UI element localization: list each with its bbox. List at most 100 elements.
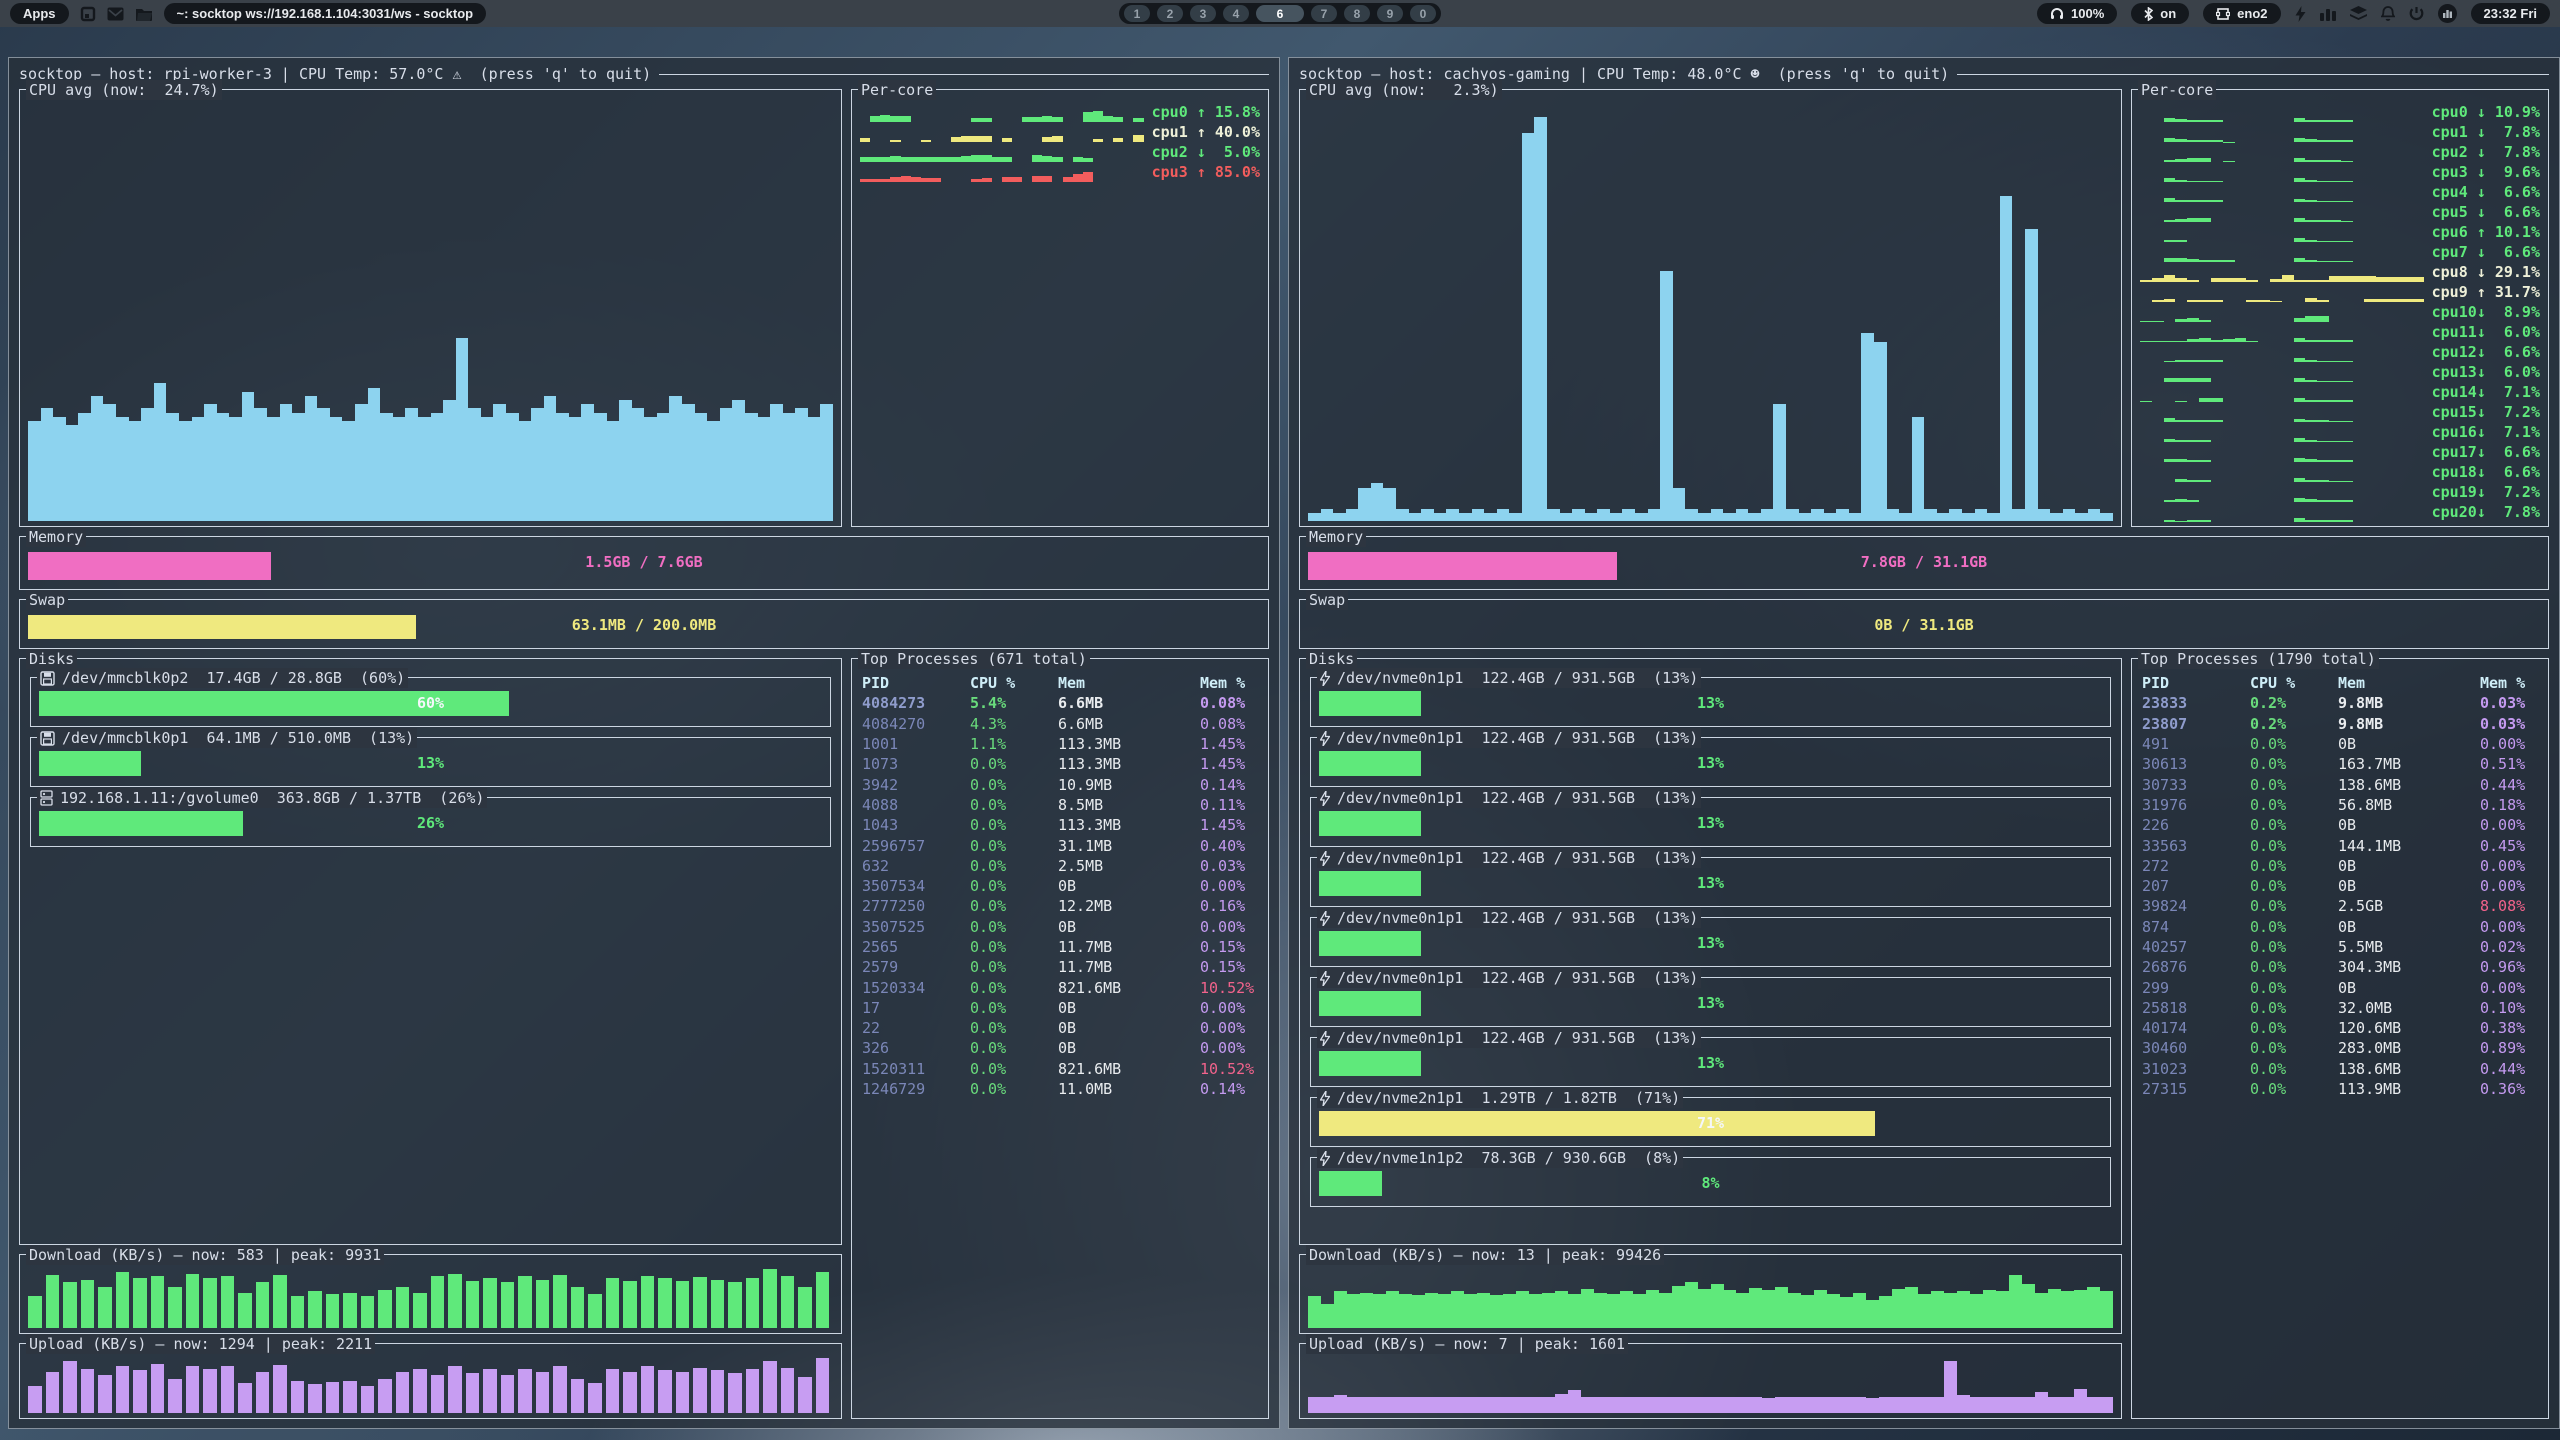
bar bbox=[901, 176, 911, 182]
bar bbox=[1347, 1397, 1360, 1414]
process-cell: 0.0% bbox=[2250, 775, 2338, 795]
bar bbox=[1484, 513, 1497, 521]
memory-label: Memory bbox=[26, 527, 86, 547]
bar bbox=[518, 1369, 532, 1413]
process-cell: 0.00% bbox=[2480, 917, 2542, 937]
process-cell: 0.0% bbox=[2250, 856, 2338, 876]
bar bbox=[1931, 1397, 1944, 1414]
workspace-6-active[interactable]: 6 bbox=[1256, 5, 1304, 22]
bar bbox=[308, 1291, 322, 1328]
process-cell: 4088 bbox=[862, 795, 970, 815]
process-cell: 1520334 bbox=[862, 978, 970, 998]
workspace-1[interactable]: 1 bbox=[1124, 5, 1150, 22]
bar bbox=[1308, 1397, 1321, 1414]
terminal-left[interactable]: socktop — host: rpi-worker-3 | CPU Temp:… bbox=[8, 57, 1280, 1429]
disk-text: /dev/nvme1n1p2 78.3GB / 930.6GB (8%) bbox=[1337, 1148, 1680, 1168]
bar bbox=[1957, 1395, 1970, 1413]
bar bbox=[378, 1290, 392, 1328]
workspace-switcher: 123467890 bbox=[1119, 3, 1441, 24]
workspace-4[interactable]: 4 bbox=[1223, 5, 1249, 22]
process-cell: 326 bbox=[862, 1038, 970, 1058]
bar bbox=[448, 1274, 462, 1328]
disk-percent: 13% bbox=[1311, 693, 2110, 713]
process-row: 307330.0%138.6MB0.44% bbox=[2142, 774, 2542, 794]
core-row: cpu5 ↓ 6.6% bbox=[2140, 202, 2540, 222]
bar bbox=[2199, 520, 2211, 522]
process-cell: 1043 bbox=[862, 815, 970, 835]
bar bbox=[166, 413, 179, 521]
bar bbox=[1360, 1397, 1373, 1414]
window-title-pill[interactable]: ~: socktop ws://192.168.1.104:3031/ws - … bbox=[164, 3, 487, 24]
process-cell: 0.0% bbox=[2250, 978, 2338, 998]
stats-icon[interactable] bbox=[2320, 6, 2336, 21]
mail-icon[interactable] bbox=[107, 7, 124, 21]
bar bbox=[292, 413, 305, 521]
bolt-icon bbox=[1320, 731, 1330, 746]
column-header: Mem bbox=[1058, 673, 1200, 693]
workspace-7[interactable]: 7 bbox=[1311, 5, 1337, 22]
process-cell: 1001 bbox=[862, 734, 970, 754]
per-core-list: cpu0 ↓ 10.9%cpu1 ↓ 7.8%cpu2 ↓ 7.8%cpu3 ↓… bbox=[2140, 102, 2540, 520]
core-label: cpu8 ↓ 29.1% bbox=[2432, 262, 2540, 282]
bar bbox=[880, 115, 890, 122]
terminal-right[interactable]: socktop — host: cachyos-gaming | CPU Tem… bbox=[1288, 57, 2560, 1429]
bar bbox=[1464, 1294, 1477, 1328]
network-pill[interactable]: eno2 bbox=[2203, 3, 2280, 24]
power-profile-icon[interactable] bbox=[2295, 6, 2306, 22]
workspace-3[interactable]: 3 bbox=[1190, 5, 1216, 22]
bar bbox=[2074, 1389, 2087, 1413]
core-row: cpu0 ↑ 15.8% bbox=[860, 102, 1260, 122]
clock-pill[interactable]: 23:32 Fri bbox=[2471, 3, 2550, 24]
window-icon[interactable] bbox=[80, 6, 96, 22]
bar bbox=[1736, 509, 1749, 522]
bar bbox=[1711, 509, 1724, 522]
power-icon[interactable] bbox=[2409, 6, 2424, 21]
workspace-9[interactable]: 9 bbox=[1377, 5, 1403, 22]
per-core-panel: Per-core cpu0 ↓ 10.9%cpu1 ↓ 7.8%cpu2 ↓ 7… bbox=[2131, 89, 2549, 527]
process-cell: 0.15% bbox=[1200, 937, 1262, 957]
bar bbox=[720, 408, 733, 521]
core-sparkline bbox=[2140, 485, 2424, 502]
layers-icon[interactable] bbox=[2350, 6, 2367, 21]
bar bbox=[569, 417, 582, 521]
bar bbox=[28, 1386, 42, 1414]
bar bbox=[1002, 177, 1012, 182]
bar bbox=[2164, 520, 2176, 522]
workspace-0[interactable]: 0 bbox=[1410, 5, 1436, 22]
memory-value: 7.8GB / 31.1GB bbox=[1300, 552, 2548, 572]
bar bbox=[1698, 513, 1711, 521]
bluetooth-pill[interactable]: on bbox=[2131, 3, 2189, 24]
workspace-8[interactable]: 8 bbox=[1344, 5, 1370, 22]
core-label: cpu10↓ 8.9% bbox=[2432, 302, 2540, 322]
bar bbox=[763, 1269, 777, 1328]
bar bbox=[1459, 513, 1472, 521]
disk-text: /dev/mmcblk0p2 17.4GB / 28.8GB (60%) bbox=[62, 668, 405, 688]
bar bbox=[1438, 1294, 1451, 1328]
bar bbox=[1516, 1291, 1529, 1328]
process-cell: 0.08% bbox=[1200, 714, 1262, 734]
bar bbox=[1648, 509, 1661, 522]
apps-button[interactable]: Apps bbox=[10, 3, 69, 24]
process-cell: 0.00% bbox=[2480, 856, 2542, 876]
volume-pill[interactable]: 100% bbox=[2037, 3, 2117, 24]
files-icon[interactable] bbox=[135, 7, 153, 21]
bell-icon[interactable] bbox=[2381, 6, 2395, 22]
bar bbox=[1509, 513, 1522, 521]
core-row: cpu3 ↓ 9.6% bbox=[2140, 162, 2540, 182]
bar bbox=[1522, 133, 1535, 521]
swap-label: Swap bbox=[26, 590, 68, 610]
workspace-2[interactable]: 2 bbox=[1157, 5, 1183, 22]
bar bbox=[1840, 1297, 1853, 1328]
bar bbox=[1396, 509, 1409, 522]
disk-entry: /dev/nvme1n1p2 78.3GB / 930.6GB (8%)8% bbox=[1310, 1157, 2111, 1207]
process-cell: 113.3MB bbox=[1058, 754, 1200, 774]
logo-icon[interactable] bbox=[2438, 4, 2457, 23]
core-sparkline bbox=[860, 105, 1144, 122]
bar bbox=[1698, 1289, 1711, 1328]
process-cell: 4084273 bbox=[862, 693, 970, 713]
bar bbox=[519, 421, 532, 521]
cpu-avg-panel: CPU avg (now: 24.7%) bbox=[19, 89, 842, 527]
bar bbox=[1660, 271, 1673, 521]
core-label: cpu11↓ 6.0% bbox=[2432, 322, 2540, 342]
disk-label: /dev/nvme0n1p1 122.4GB / 931.5GB (13%) bbox=[1317, 1028, 1701, 1048]
